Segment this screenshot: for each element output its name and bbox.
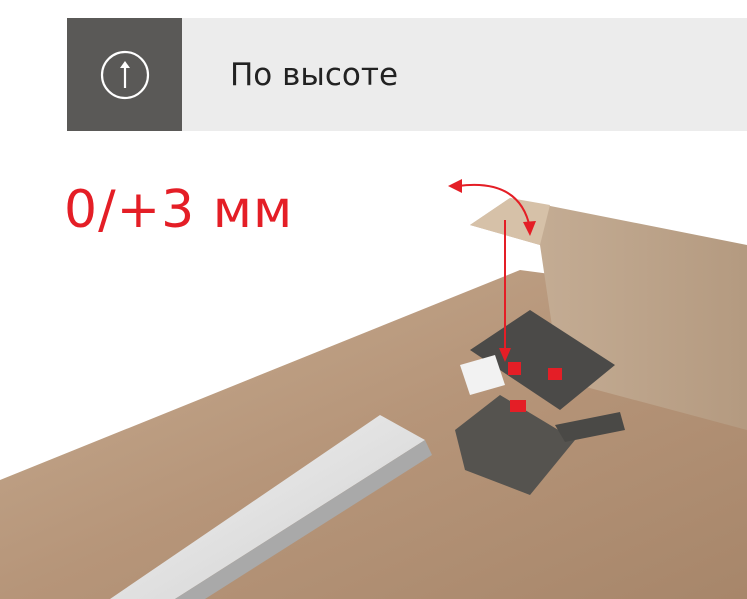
- rotation-arrow-head-left: [448, 179, 462, 193]
- drawer-side-top: [470, 198, 550, 245]
- adjuster-red-1: [508, 362, 521, 375]
- arrow-up-circle-icon: [100, 50, 149, 99]
- adjuster-red-2: [548, 368, 562, 380]
- feature-header: По высоте: [67, 18, 747, 131]
- adjuster-red-3: [510, 400, 526, 412]
- icon-tile: [67, 18, 182, 131]
- adjustment-value: 0/+3 мм: [64, 180, 294, 240]
- feature-label: По высоте: [182, 18, 747, 131]
